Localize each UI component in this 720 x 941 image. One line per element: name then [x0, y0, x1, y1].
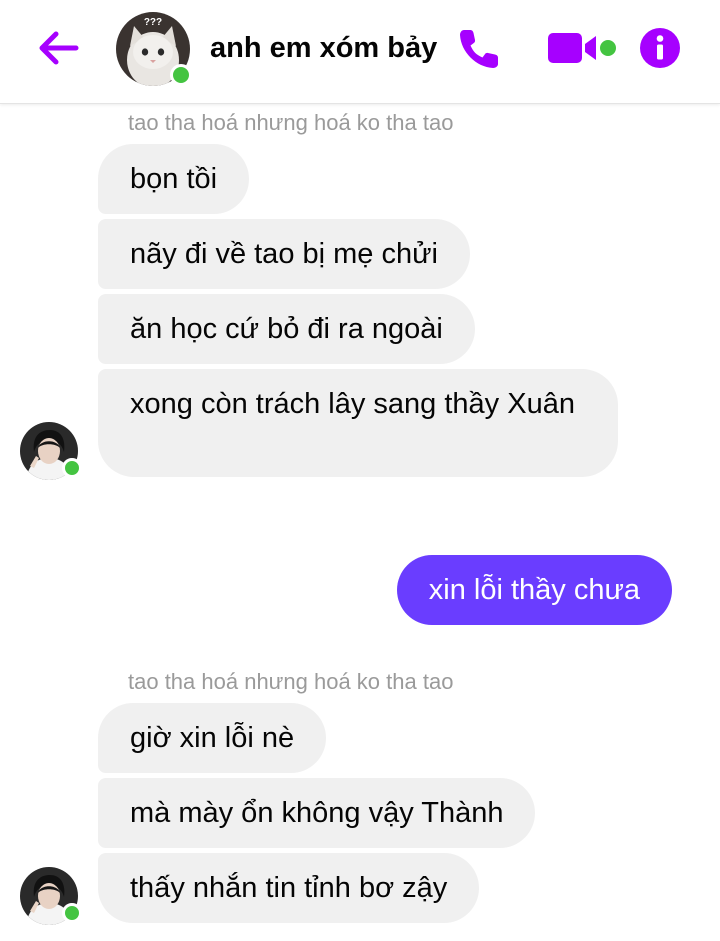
conversation-title[interactable]: anh em xóm bảy — [210, 32, 437, 65]
message-bubble[interactable]: giờ xin lỗi nè — [98, 703, 327, 773]
back-arrow-icon[interactable] — [36, 28, 80, 68]
message-bubble[interactable]: xong còn trách lây sang thầy Xuân — [98, 369, 618, 477]
message-text: giờ xin lỗi nè — [130, 722, 295, 754]
online-indicator — [62, 903, 82, 923]
message-text: thấy nhắn tin tỉnh bơ zậy — [130, 872, 448, 904]
message-bubble[interactable]: bọn tồi — [98, 144, 250, 214]
message-bubble[interactable]: thấy nhắn tin tỉnh bơ zậy — [98, 853, 480, 923]
outgoing-message-bubble[interactable]: xin lỗi thầy chưa — [396, 555, 672, 625]
message-bubble[interactable]: ăn học cứ bỏ đi ra ngoài — [98, 294, 475, 364]
message-text: ăn học cứ bỏ đi ra ngoài — [130, 313, 443, 345]
message-text: mà mày ổn không vậy Thành — [130, 797, 504, 829]
video-camera-icon[interactable] — [546, 30, 620, 66]
avatar-badge: ??? — [144, 17, 162, 28]
online-indicator — [62, 458, 82, 478]
sender-name: tao tha hoá nhưng hoá ko tha tao — [128, 669, 454, 694]
sender-name: tao tha hoá nhưng hoá ko tha tao — [128, 110, 454, 135]
message-bubble[interactable]: mà mày ổn không vậy Thành — [98, 778, 536, 848]
message-text: nãy đi về tao bị mẹ chửi — [130, 238, 438, 270]
sender-avatar[interactable] — [20, 867, 82, 925]
sender-avatar[interactable] — [20, 422, 82, 480]
message-text: xin lỗi thầy chưa — [428, 574, 640, 606]
chat-header: ??? anh em xóm bảy — [0, 0, 720, 104]
group-avatar[interactable]: ??? — [116, 12, 192, 86]
message-text: xong còn trách lây sang thầy Xuân — [130, 388, 575, 420]
info-icon[interactable] — [638, 26, 682, 70]
message-text: bọn tồi — [130, 163, 218, 195]
online-indicator — [170, 64, 192, 86]
phone-icon[interactable] — [456, 26, 502, 72]
message-bubble[interactable]: nãy đi về tao bị mẹ chửi — [98, 219, 470, 289]
